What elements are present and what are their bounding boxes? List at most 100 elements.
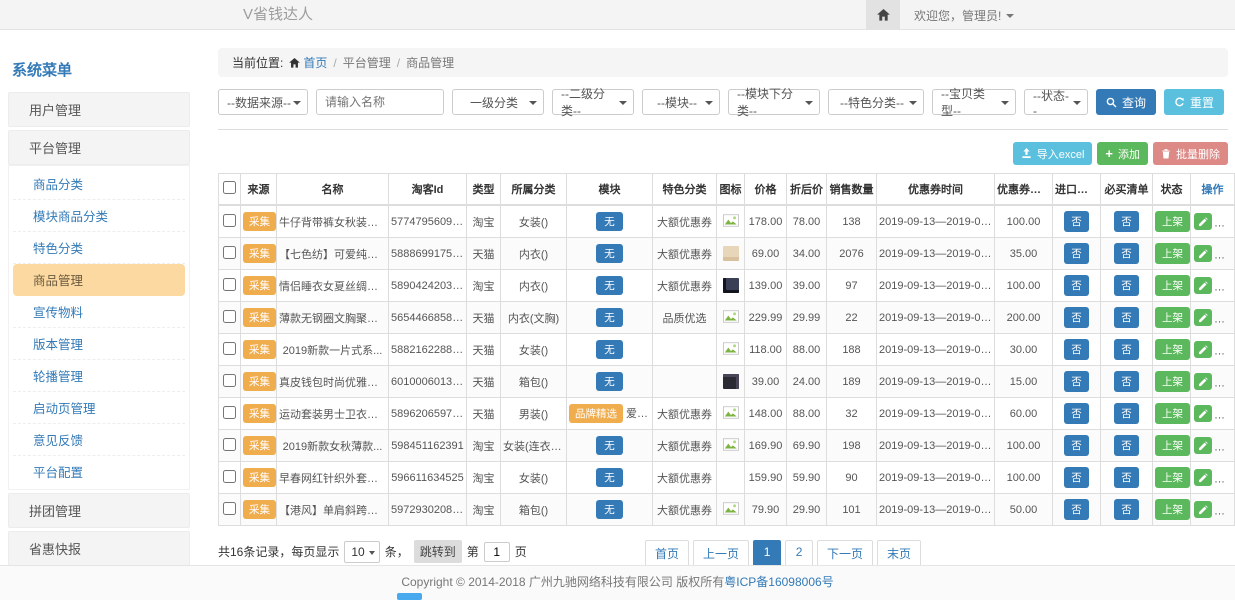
status-button[interactable]: 上架 — [1155, 403, 1190, 424]
row-checkbox[interactable] — [223, 438, 236, 451]
select-all-checkbox[interactable] — [223, 181, 236, 194]
imported-toggle-button[interactable]: 否 — [1064, 371, 1089, 392]
page-button[interactable]: 2 — [785, 540, 813, 565]
imported-toggle-button[interactable]: 否 — [1064, 403, 1089, 424]
sidebar-subitem[interactable]: 启动页管理 — [13, 392, 185, 424]
imported-toggle-button[interactable]: 否 — [1064, 243, 1089, 264]
edit-button[interactable] — [1194, 437, 1212, 454]
per-page-select[interactable]: 10 — [344, 541, 379, 563]
row-checkbox[interactable] — [223, 502, 236, 515]
must-buy-toggle-button[interactable]: 否 — [1114, 275, 1139, 296]
edit-button[interactable] — [1194, 469, 1212, 486]
sidebar-group[interactable]: 拼团管理 — [8, 493, 190, 528]
page-button[interactable]: 首页 — [645, 540, 689, 565]
status-button[interactable]: 上架 — [1155, 499, 1190, 520]
must-buy-toggle-button[interactable]: 否 — [1114, 211, 1139, 232]
home-button[interactable] — [866, 0, 900, 30]
cell-icon — [717, 334, 745, 366]
sidebar-group[interactable]: 用户管理 — [8, 92, 190, 127]
row-checkbox[interactable] — [223, 278, 236, 291]
filter-select[interactable]: --数据来源-- — [218, 89, 308, 115]
page-button[interactable]: 1 — [753, 540, 781, 565]
sidebar-subitem[interactable]: 版本管理 — [13, 328, 185, 360]
name-search-input[interactable] — [316, 89, 444, 115]
edit-button[interactable] — [1194, 501, 1212, 518]
cell-discount_price: 69.90 — [787, 430, 827, 462]
filter-select[interactable]: --特色分类-- — [828, 89, 924, 115]
reset-button[interactable]: 重置 — [1164, 89, 1224, 115]
batch-delete-button[interactable]: 批量删除 — [1153, 142, 1228, 165]
must-buy-toggle-button[interactable]: 否 — [1114, 339, 1139, 360]
status-button[interactable]: 上架 — [1155, 211, 1190, 232]
sidebar-subitem[interactable]: 意见反馈 — [13, 424, 185, 456]
edit-button[interactable] — [1194, 277, 1212, 294]
sidebar-subitem[interactable]: 特色分类 — [13, 232, 185, 264]
page-button[interactable]: 下一页 — [817, 540, 873, 565]
cell-check — [219, 334, 241, 366]
imported-toggle-button[interactable]: 否 — [1064, 435, 1089, 456]
jump-to-button[interactable]: 跳转到 — [414, 540, 462, 563]
page-button[interactable]: 末页 — [877, 540, 921, 565]
status-button[interactable]: 上架 — [1155, 307, 1190, 328]
edit-button[interactable] — [1194, 341, 1212, 358]
imported-toggle-button[interactable]: 否 — [1064, 499, 1089, 520]
must-buy-toggle-button[interactable]: 否 — [1114, 243, 1139, 264]
page-button[interactable]: 上一页 — [693, 540, 749, 565]
edit-button[interactable] — [1194, 213, 1212, 230]
status-button[interactable]: 上架 — [1155, 275, 1190, 296]
sidebar-group[interactable]: 平台管理 — [8, 130, 190, 165]
status-button[interactable]: 上架 — [1155, 371, 1190, 392]
must-buy-toggle-button[interactable]: 否 — [1114, 435, 1139, 456]
imported-toggle-button[interactable]: 否 — [1064, 339, 1089, 360]
edit-button[interactable] — [1194, 405, 1212, 422]
sidebar-subitem[interactable]: 宣传物料 — [13, 296, 185, 328]
status-button[interactable]: 上架 — [1155, 467, 1190, 488]
row-checkbox[interactable] — [223, 470, 236, 483]
sidebar-subitem[interactable]: 商品管理 — [13, 264, 185, 296]
imported-toggle-button[interactable]: 否 — [1064, 307, 1089, 328]
status-button[interactable]: 上架 — [1155, 435, 1190, 456]
edit-button[interactable] — [1194, 309, 1212, 326]
sidebar-subitem[interactable]: 商品分类 — [13, 168, 185, 200]
search-button[interactable]: 查询 — [1096, 89, 1156, 115]
sidebar-group[interactable]: 省惠快报 — [8, 531, 190, 565]
row-checkbox[interactable] — [223, 214, 236, 227]
column-header-imported: 进口优选 — [1053, 174, 1101, 206]
imported-toggle-button[interactable]: 否 — [1064, 467, 1089, 488]
sidebar-subitem[interactable]: 模块商品分类 — [13, 200, 185, 232]
filter-controls: --数据来源-- 一级分类 --二级分类-- --模块-- --模块下分类-- --特色分… — [218, 89, 1088, 115]
filter-select[interactable]: --状态-- — [1024, 89, 1088, 115]
breadcrumb-item[interactable]: 平台管理 — [343, 54, 391, 71]
filter-select[interactable]: --模块-- — [642, 89, 720, 115]
breadcrumb-home-link[interactable]: 首页 — [289, 54, 327, 71]
cell-coupon_time: 2019-09-13—2019-09-17 — [877, 462, 995, 494]
filter-select[interactable]: --模块下分类-- — [728, 89, 820, 115]
filter-select[interactable]: --二级分类-- — [552, 89, 634, 115]
status-button[interactable]: 上架 — [1155, 243, 1190, 264]
edit-button[interactable] — [1194, 245, 1212, 262]
edit-button[interactable] — [1194, 373, 1212, 390]
filter-select[interactable]: --宝贝类型-- — [932, 89, 1016, 115]
column-header-name: 名称 — [277, 174, 389, 206]
add-button[interactable]: + 添加 — [1097, 142, 1148, 165]
must-buy-toggle-button[interactable]: 否 — [1114, 307, 1139, 328]
sidebar-subitem[interactable]: 平台配置 — [13, 456, 185, 487]
row-checkbox[interactable] — [223, 406, 236, 419]
page-number-input[interactable] — [484, 542, 510, 562]
row-checkbox[interactable] — [223, 310, 236, 323]
user-menu[interactable]: 欢迎您，管理员! — [914, 7, 1014, 24]
row-checkbox[interactable] — [223, 342, 236, 355]
imported-toggle-button[interactable]: 否 — [1064, 275, 1089, 296]
must-buy-toggle-button[interactable]: 否 — [1114, 467, 1139, 488]
filter-select[interactable]: 一级分类 — [452, 89, 544, 115]
must-buy-toggle-button[interactable]: 否 — [1114, 371, 1139, 392]
must-buy-toggle-button[interactable]: 否 — [1114, 403, 1139, 424]
icp-link[interactable]: 粤ICP备16098006号 — [724, 575, 833, 589]
import-excel-button[interactable]: 导入excel — [1013, 142, 1093, 165]
row-checkbox[interactable] — [223, 374, 236, 387]
status-button[interactable]: 上架 — [1155, 339, 1190, 360]
imported-toggle-button[interactable]: 否 — [1064, 211, 1089, 232]
must-buy-toggle-button[interactable]: 否 — [1114, 499, 1139, 520]
row-checkbox[interactable] — [223, 246, 236, 259]
sidebar-subitem[interactable]: 轮播管理 — [13, 360, 185, 392]
